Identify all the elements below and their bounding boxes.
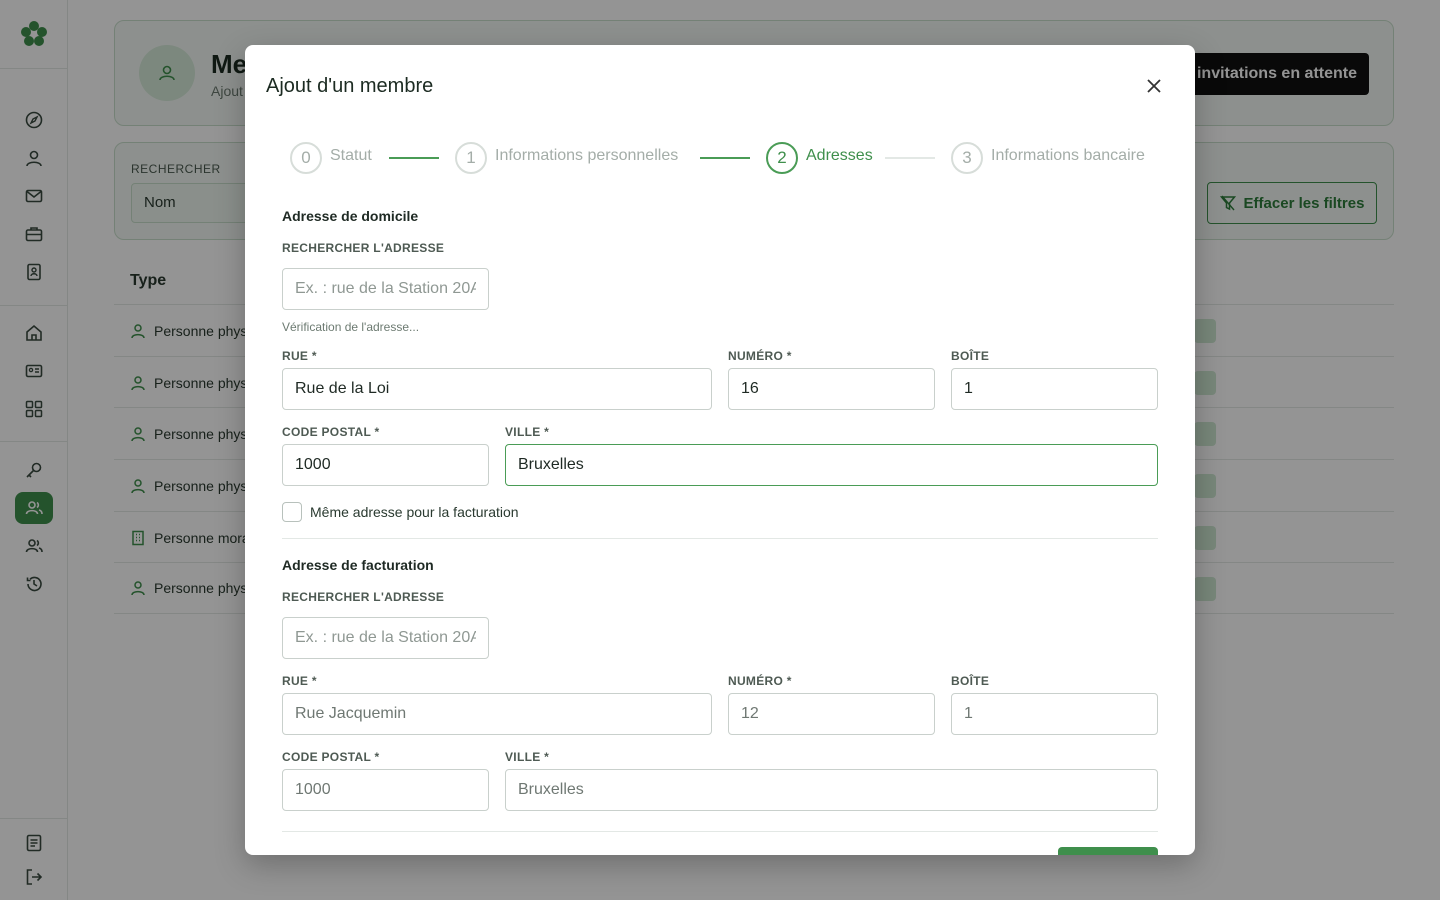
billing-postal-label: CODE POSTAL * xyxy=(282,750,380,764)
billing-search-label: RECHERCHER L'ADRESSE xyxy=(282,590,445,604)
home-city-label: VILLE * xyxy=(505,425,550,439)
close-icon[interactable] xyxy=(1143,75,1165,97)
billing-number-input[interactable] xyxy=(728,693,935,735)
step-connector xyxy=(885,157,935,159)
home-postal-label: CODE POSTAL * xyxy=(282,425,380,439)
same-address-checkbox[interactable] xyxy=(282,502,302,522)
next-button[interactable] xyxy=(1058,847,1158,855)
step-3-label[interactable]: Informations bancaire xyxy=(991,147,1145,165)
home-box-input[interactable] xyxy=(951,368,1158,410)
same-address-label[interactable]: Même adresse pour la facturation xyxy=(310,504,519,520)
section-divider xyxy=(282,538,1158,539)
home-search-label: RECHERCHER L'ADRESSE xyxy=(282,241,445,255)
home-box-label: BOÎTE xyxy=(951,349,990,363)
footer-divider xyxy=(282,831,1158,832)
billing-number-label: NUMÉRO * xyxy=(728,674,792,688)
step-3-number[interactable]: 3 xyxy=(951,142,983,174)
step-2-label[interactable]: Adresses xyxy=(806,147,873,165)
billing-postal-code-input[interactable] xyxy=(282,769,489,811)
home-address-title: Adresse de domicile xyxy=(282,208,419,224)
home-address-search-input[interactable] xyxy=(282,268,489,310)
billing-city-input[interactable] xyxy=(505,769,1158,811)
billing-box-input[interactable] xyxy=(951,693,1158,735)
billing-box-label: BOÎTE xyxy=(951,674,990,688)
step-1-label[interactable]: Informations personnelles xyxy=(495,147,678,165)
billing-street-label: RUE * xyxy=(282,674,317,688)
step-0-number[interactable]: 0 xyxy=(290,142,322,174)
add-member-modal: Ajout d'un membre 0 Statut 1 Information… xyxy=(245,45,1195,855)
billing-city-label: VILLE * xyxy=(505,750,550,764)
home-street-input[interactable] xyxy=(282,368,712,410)
billing-address-search-input[interactable] xyxy=(282,617,489,659)
step-1-number[interactable]: 1 xyxy=(455,142,487,174)
modal-title: Ajout d'un membre xyxy=(266,75,434,97)
step-0-label[interactable]: Statut xyxy=(330,147,372,165)
home-number-label: NUMÉRO * xyxy=(728,349,792,363)
step-connector xyxy=(389,157,439,159)
step-2-number[interactable]: 2 xyxy=(766,142,798,174)
billing-address-title: Adresse de facturation xyxy=(282,557,434,573)
home-postal-code-input[interactable] xyxy=(282,444,489,486)
billing-street-input[interactable] xyxy=(282,693,712,735)
home-street-label: RUE * xyxy=(282,349,317,363)
home-number-input[interactable] xyxy=(728,368,935,410)
step-connector xyxy=(700,157,750,159)
address-verification-hint: Vérification de l'adresse... xyxy=(282,320,420,334)
home-city-input[interactable] xyxy=(505,444,1158,486)
